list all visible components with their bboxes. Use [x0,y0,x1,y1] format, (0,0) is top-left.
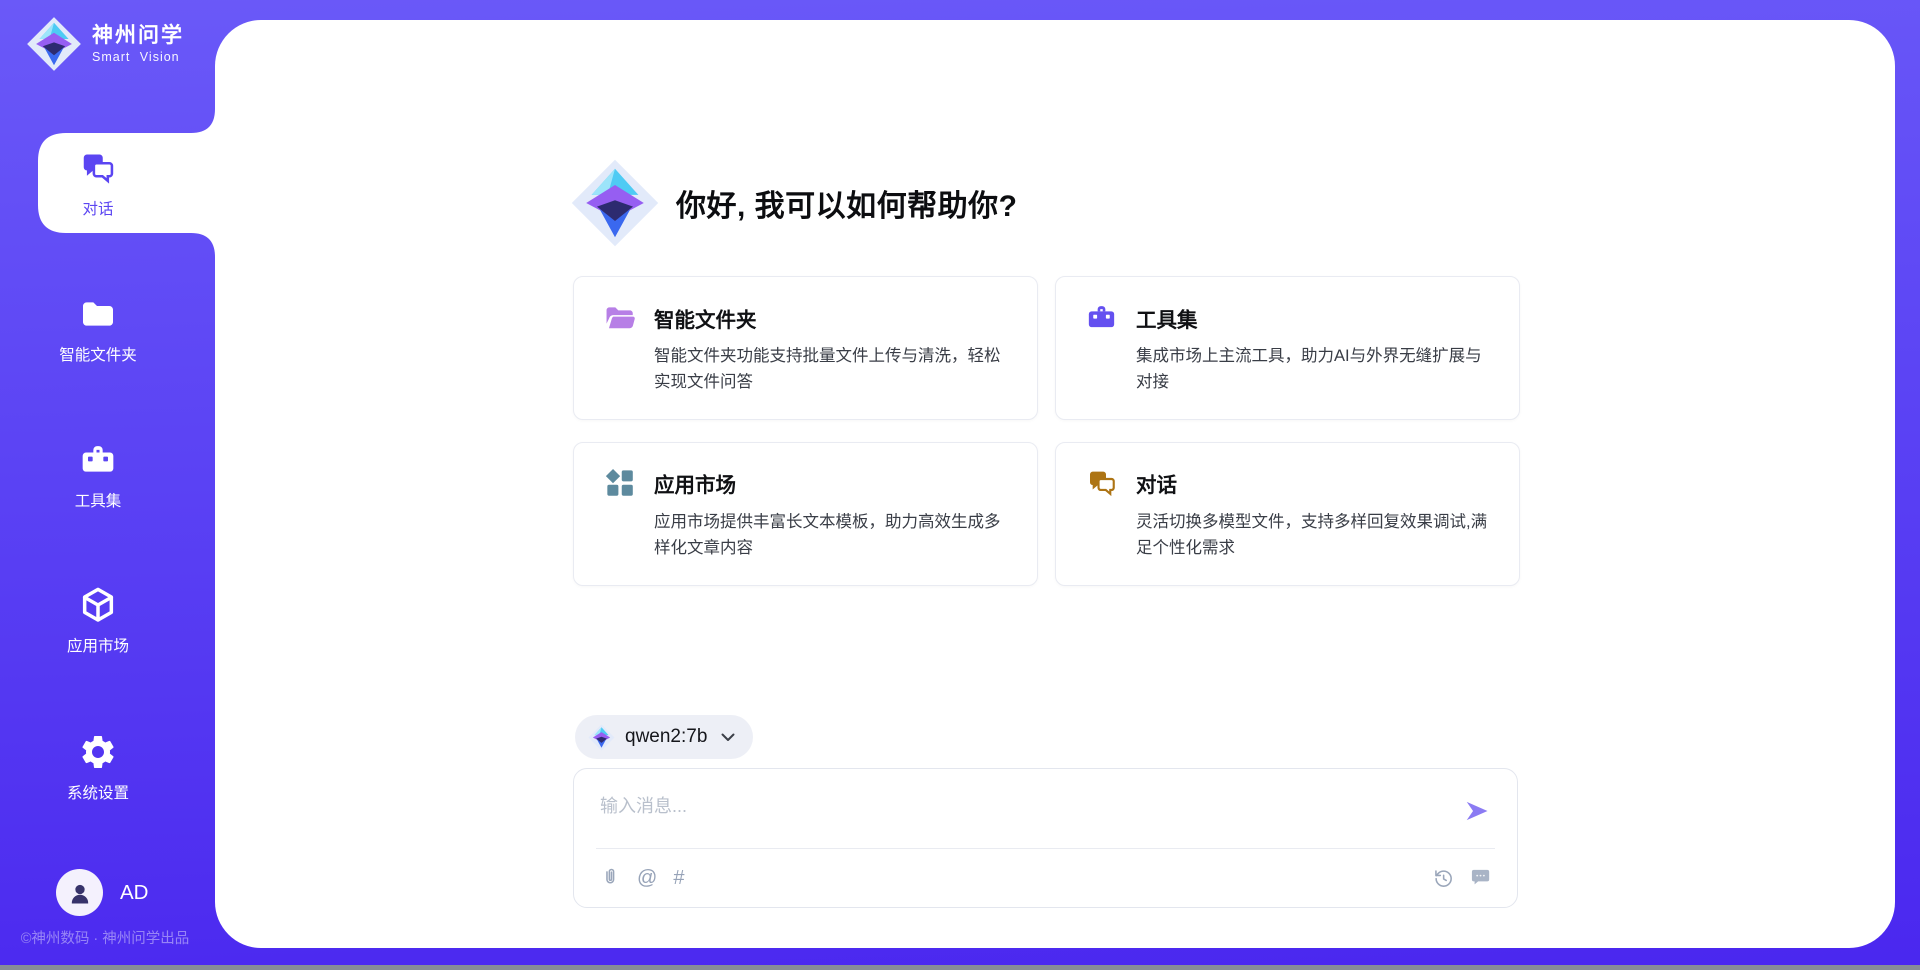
chat-icon [78,148,118,188]
sidebar-item-chat[interactable]: 对话 [0,148,196,219]
sidebar-item-label: 系统设置 [67,781,129,803]
card-description: 应用市场提供丰富长文本模板，助力高效生成多样化文章内容 [654,509,1009,562]
sidebar-item-settings[interactable]: 系统设置 [0,732,196,803]
brand-subtitle: Smart Vision [92,50,184,64]
card-title: 应用市场 [654,468,736,498]
card-toolset[interactable]: 工具集 集成市场上主流工具，助力AI与外界无缝扩展与对接 [1055,276,1520,420]
sidebar-item-label: 智能文件夹 [59,343,137,365]
sidebar-item-app-market[interactable]: 应用市场 [0,585,196,656]
sidebar-item-toolset[interactable]: 工具集 [0,440,196,511]
message-input[interactable] [574,769,1517,843]
folder-icon [602,300,637,335]
chat-icon [1084,466,1119,501]
composer-toolbar: @ # [599,861,1493,895]
card-title: 对话 [1136,468,1177,498]
folder-icon [78,294,118,334]
paperclip-icon[interactable] [599,866,621,890]
cube-icon [78,585,118,625]
card-chat[interactable]: 对话 灵活切换多模型文件，支持多样回复效果调试,满足个性化需求 [1055,442,1520,586]
chat-bubble-icon[interactable] [1470,867,1493,889]
card-title: 工具集 [1136,303,1198,333]
window-bottom-edge [0,965,1920,970]
sidebar-item-label: 应用市场 [67,634,129,656]
main-panel: 你好, 我可以如何帮助你? 智能文件夹 智能文件夹功能支持批量文件上传与清洗，轻… [215,20,1895,948]
model-logo-icon [588,724,615,751]
user-name: AD [120,881,148,905]
model-selector[interactable]: qwen2:7b [575,715,753,759]
greeting: 你好, 我可以如何帮助你? [570,158,1018,248]
sidebar-item-label: 对话 [82,197,113,219]
card-app-market[interactable]: 应用市场 应用市场提供丰富长文本模板，助力高效生成多样化文章内容 [573,442,1038,586]
history-icon[interactable] [1432,867,1454,889]
feature-cards: 智能文件夹 智能文件夹功能支持批量文件上传与清洗，轻松实现文件问答 工具集 集成… [573,276,1520,586]
sidebar-item-label: 工具集 [75,489,122,511]
sidebar: 神州问学 Smart Vision 对话 智能文件夹 [0,0,215,970]
chevron-down-icon [721,733,735,742]
toolbox-icon [1084,300,1119,335]
card-description: 智能文件夹功能支持批量文件上传与清洗，轻松实现文件问答 [654,343,1009,396]
message-composer: @ # [573,768,1518,908]
greeting-text: 你好, 我可以如何帮助你? [676,181,1018,225]
hash-icon[interactable]: # [673,868,684,888]
sidebar-item-smart-folder[interactable]: 智能文件夹 [0,294,196,365]
brand: 神州问学 Smart Vision [26,16,184,72]
brand-logo-icon [26,16,82,72]
card-title: 智能文件夹 [654,303,757,333]
greeting-logo-icon [570,158,660,248]
gear-icon [78,732,118,772]
footer-credit: ©神州数码 · 神州问学出品 [0,927,210,948]
card-description: 灵活切换多模型文件，支持多样回复效果调试,满足个性化需求 [1136,509,1491,562]
avatar [56,869,103,916]
card-smart-folder[interactable]: 智能文件夹 智能文件夹功能支持批量文件上传与清洗，轻松实现文件问答 [573,276,1038,420]
composer-divider [596,848,1495,849]
mention-icon[interactable]: @ [637,868,657,888]
person-icon [66,879,94,907]
card-description: 集成市场上主流工具，助力AI与外界无缝扩展与对接 [1136,343,1491,396]
send-icon[interactable] [1463,797,1491,825]
model-name: qwen2:7b [625,726,707,748]
user-profile[interactable]: AD [56,869,148,916]
grid-icon [602,466,637,501]
brand-title: 神州问学 [92,24,184,48]
toolbox-icon [78,440,118,480]
